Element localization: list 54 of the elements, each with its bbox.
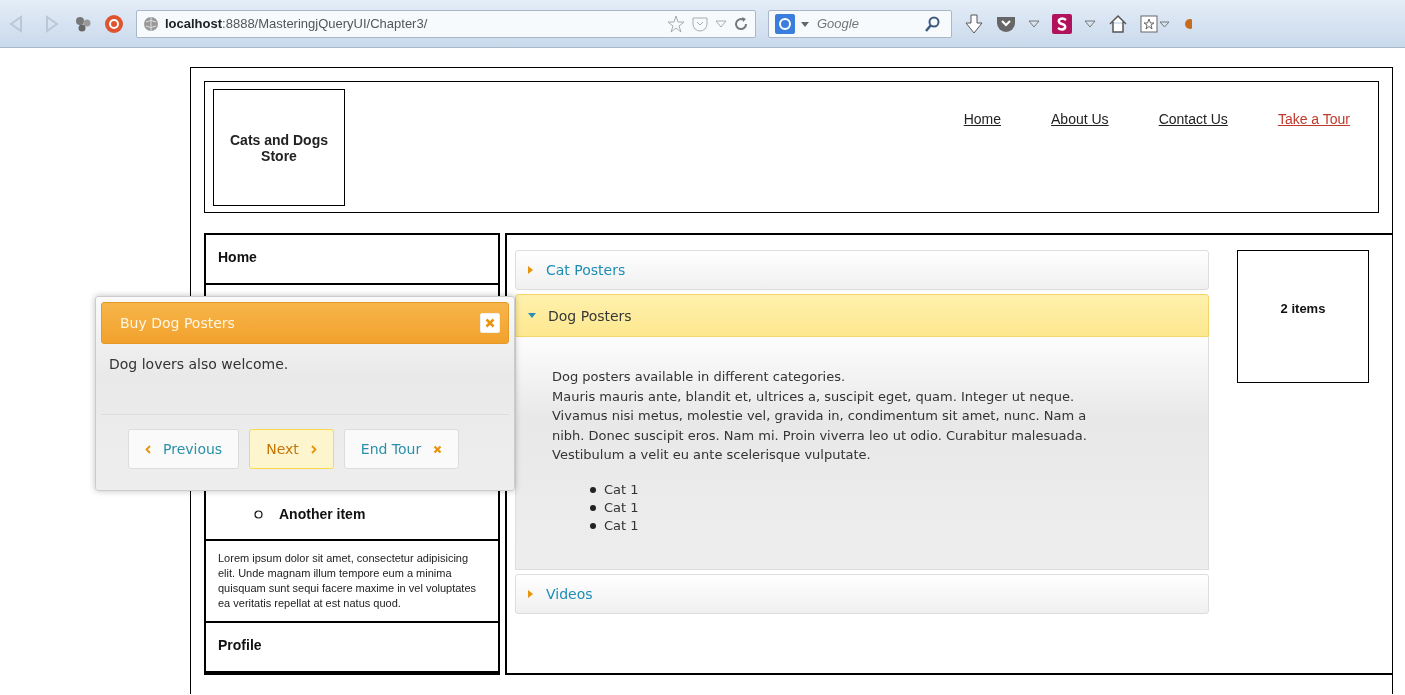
- list-item: Cat 1: [604, 498, 639, 517]
- dialog-title: Buy Dog Posters: [120, 315, 235, 331]
- bullet-icon: [590, 522, 596, 529]
- dialog-text: Dog lovers also welcome.: [101, 344, 509, 415]
- store-logo: Cats and Dogs Store: [213, 89, 345, 206]
- chevron-right-icon: [310, 444, 317, 454]
- close-button[interactable]: [480, 313, 500, 333]
- bullet-icon: [590, 486, 596, 493]
- close-icon: [485, 318, 495, 328]
- bullet-icon: [590, 504, 596, 511]
- search-field[interactable]: Google: [815, 15, 919, 32]
- panel-text: Dog posters available in different categories.: [552, 368, 847, 386]
- bookmark-star-icon[interactable]: [667, 14, 685, 33]
- search-icon[interactable]: [925, 15, 941, 32]
- reload-icon[interactable]: [733, 15, 749, 32]
- panel-text: Mauris mauris ante, blandit et, ultrices a, suscipit eget, quam. Integer ut neque. Vivamus nisi metus, molestie vel, gravida in, condimentum sit amet, nunc. Nam a nibh. Donec suscipit eros. Nam mi. Proin viverra leo ut odio. Curabitur malesuada. Vestibulum a velit eu ante scelerisque vulputate.: [552, 387, 1088, 464]
- tour-button[interactable]: Previous: [128, 429, 240, 469]
- list-item: Cat 1: [604, 480, 639, 499]
- extension-icon[interactable]: [74, 14, 92, 33]
- dropdown-icon[interactable]: [1028, 17, 1040, 30]
- nav-link[interactable]: About Us: [1051, 111, 1109, 127]
- caret-right-icon: [528, 589, 534, 598]
- circle-bullet-icon: [254, 510, 263, 519]
- accordion-header[interactable]: Dog Posters: [515, 294, 1209, 337]
- caret-right-icon: [528, 266, 534, 274]
- tour-button[interactable]: End Tour: [343, 429, 460, 469]
- search-bar[interactable]: Google: [768, 9, 952, 38]
- dropdown-icon: [801, 19, 809, 28]
- sidebar-item[interactable]: Another item: [279, 506, 366, 522]
- url-text: localhost:8888/MasteringjQueryUI/Chapter3/: [165, 16, 428, 31]
- nav-link[interactable]: Contact Us: [1158, 111, 1228, 127]
- download-icon[interactable]: [964, 12, 984, 35]
- sidebar-text: Lorem ipsum dolor sit amet, consectetur adipisicing elit. Unde magnam illum tempore eum a minima quisquam sunt sequi facere maxime in vel voluptates ea veritatis repellat at est natus quod.: [206, 541, 498, 623]
- app-icon[interactable]: [1052, 13, 1072, 34]
- nav-link[interactable]: Take a Tour: [1277, 111, 1350, 127]
- home-icon[interactable]: [1108, 13, 1128, 34]
- nav-link[interactable]: Home: [963, 111, 1002, 127]
- globe-icon: [143, 15, 159, 32]
- addon-icon[interactable]: [104, 13, 124, 34]
- accordion-header[interactable]: Cat Posters: [515, 250, 1209, 290]
- cart-summary: 2 items: [1237, 250, 1369, 383]
- list-item: Cat 1: [604, 516, 639, 535]
- close-icon: [433, 444, 443, 454]
- bookmarks-menu-icon[interactable]: [1140, 13, 1170, 34]
- dropdown-icon[interactable]: [1084, 17, 1096, 30]
- address-bar[interactable]: localhost:8888/MasteringjQueryUI/Chapter3/: [136, 9, 756, 38]
- sidebar-link[interactable]: Home: [206, 235, 498, 285]
- sidebar-link[interactable]: Profile: [206, 623, 498, 673]
- caret-down-icon: [528, 312, 536, 319]
- chevron-left-icon: [145, 444, 151, 454]
- accordion-header[interactable]: Videos: [515, 573, 1209, 614]
- search-engine-icon: [775, 13, 795, 34]
- pocket-icon[interactable]: [996, 14, 1016, 33]
- dropdown-icon[interactable]: [715, 17, 727, 30]
